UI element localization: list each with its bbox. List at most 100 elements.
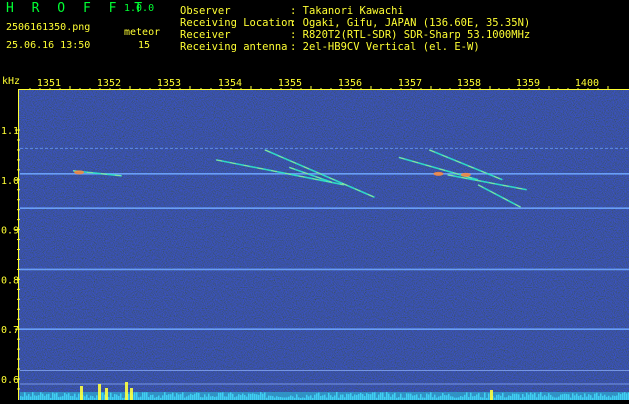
level-bar	[368, 394, 370, 400]
level-peak	[80, 386, 83, 400]
level-bar	[340, 394, 342, 400]
level-bar	[572, 393, 574, 400]
level-bar	[518, 394, 520, 400]
level-bar	[604, 394, 606, 400]
level-bar	[324, 394, 326, 400]
level-bar	[472, 396, 474, 400]
level-bar	[560, 394, 562, 400]
level-bar	[308, 396, 310, 400]
level-bar	[464, 394, 466, 400]
level-bar	[36, 395, 38, 400]
level-bar	[152, 394, 154, 400]
level-bar	[296, 394, 298, 400]
level-peak	[125, 382, 128, 400]
level-bar	[40, 392, 42, 400]
y-axis-label: kHz	[2, 76, 20, 87]
level-bar	[516, 393, 518, 400]
level-bar	[588, 394, 590, 400]
level-bar	[34, 395, 36, 400]
level-bar	[196, 392, 198, 400]
level-bar	[380, 392, 382, 400]
level-bar	[430, 392, 432, 400]
level-bar	[276, 396, 278, 400]
level-bar	[612, 395, 614, 400]
level-bar	[452, 396, 454, 400]
level-bar	[426, 393, 428, 400]
level-bar	[188, 395, 190, 400]
level-bar	[242, 393, 244, 400]
level-bar	[580, 395, 582, 400]
level-bar	[86, 394, 88, 400]
level-bar	[320, 395, 322, 400]
level-bar	[270, 395, 272, 400]
level-peak	[98, 384, 101, 400]
level-bar	[450, 396, 452, 400]
level-bar	[174, 396, 176, 400]
level-bar	[212, 396, 214, 400]
level-bar	[198, 393, 200, 400]
level-bar	[250, 393, 252, 400]
level-bar	[64, 392, 66, 400]
level-bar	[562, 394, 564, 400]
level-bar	[128, 393, 130, 400]
level-bar	[428, 394, 430, 400]
meteor-count: 15	[138, 40, 151, 51]
level-bar	[26, 395, 28, 400]
x-tick-label: 1400	[575, 78, 599, 89]
level-bar	[474, 395, 476, 400]
level-bar	[322, 395, 324, 400]
level-bar	[382, 392, 384, 400]
level-bar	[544, 394, 546, 400]
location-value: : Ogaki, Gifu, JAPAN (136.60E, 35.35N)	[290, 17, 531, 29]
level-bar	[166, 395, 168, 400]
level-bar	[342, 394, 344, 400]
level-bar	[330, 395, 332, 400]
level-bar	[258, 394, 260, 400]
level-bar	[620, 393, 622, 400]
x-tick-label: 1359	[516, 78, 540, 89]
x-tick-label: 1353	[157, 78, 181, 89]
level-peak	[490, 390, 493, 400]
level-bar	[408, 393, 410, 400]
level-bar	[542, 396, 544, 400]
level-bar	[20, 396, 22, 400]
level-bar	[594, 393, 596, 400]
level-bar	[626, 393, 628, 400]
level-bar	[74, 393, 76, 400]
meteor-label: meteor	[124, 27, 161, 38]
level-bar	[586, 396, 588, 400]
level-bar	[590, 395, 592, 400]
level-bar	[226, 396, 228, 400]
level-bar	[310, 395, 312, 400]
level-bar	[508, 395, 510, 400]
level-bar	[568, 394, 570, 400]
level-bar	[388, 393, 390, 400]
level-bar	[360, 392, 362, 400]
level-bar	[564, 393, 566, 400]
level-bar	[538, 393, 540, 400]
level-bar	[318, 392, 320, 400]
level-bar	[244, 395, 246, 400]
level-bar	[208, 393, 210, 400]
level-bar	[540, 392, 542, 400]
level-bar	[566, 393, 568, 400]
level-bar	[448, 393, 450, 400]
level-bar	[206, 396, 208, 400]
level-bar	[416, 394, 418, 400]
level-peak	[105, 388, 108, 400]
image-filename: 2506161350.png	[6, 22, 91, 33]
level-peak	[130, 388, 133, 400]
level-bar	[172, 392, 174, 400]
level-bar	[140, 396, 142, 400]
meteor-head	[433, 171, 444, 176]
level-bar	[204, 394, 206, 400]
level-bar	[114, 394, 116, 400]
level-bar	[374, 392, 376, 400]
level-bar	[336, 392, 338, 400]
level-bar	[252, 393, 254, 400]
level-bar	[70, 395, 72, 400]
level-bar	[236, 396, 238, 400]
level-bar	[558, 396, 560, 400]
receiver-label: Receiver	[180, 29, 231, 41]
level-bar	[46, 394, 48, 400]
